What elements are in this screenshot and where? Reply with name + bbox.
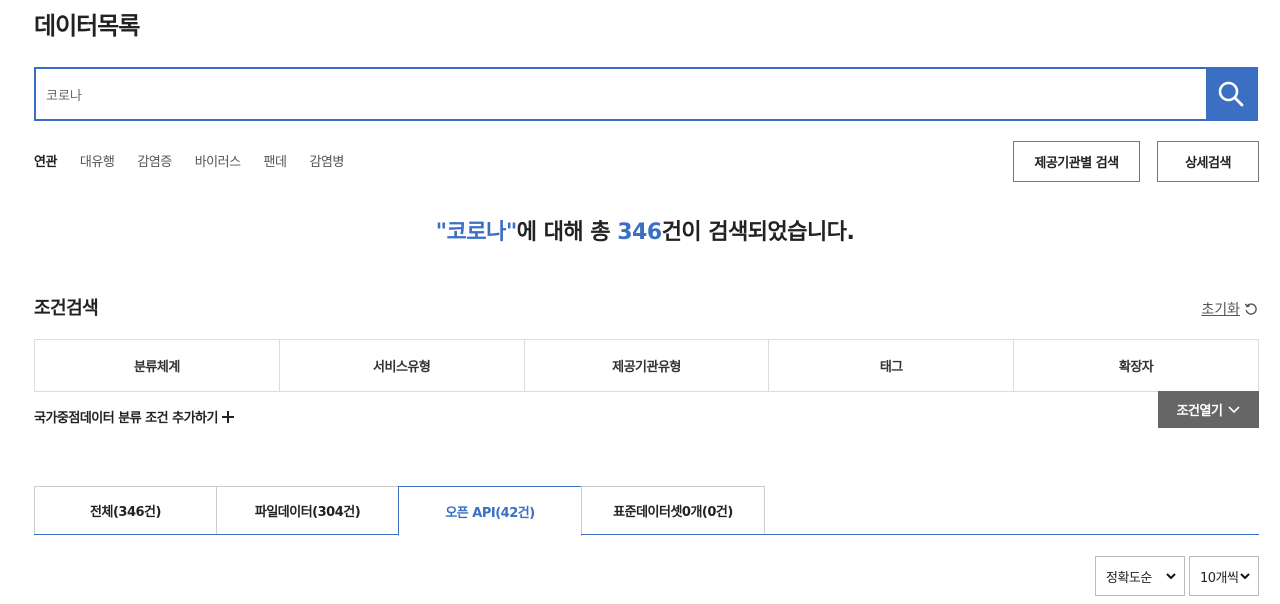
page-size-select[interactable]: 10개씩 [1189, 556, 1259, 596]
page-title: 데이터목록 [34, 12, 140, 40]
result-keyword: 코로나 [446, 220, 507, 245]
related-keywords: 연관 대유행 감염증 바이러스 팬데 감염병 [34, 151, 367, 170]
condition-classification[interactable]: 분류체계 [35, 340, 280, 391]
condition-service-type[interactable]: 서비스유형 [280, 340, 525, 391]
condition-provider-type[interactable]: 제공기관유형 [525, 340, 770, 391]
result-quote-open: " [435, 220, 447, 245]
related-keyword[interactable]: 감염병 [309, 151, 344, 170]
detail-search-button[interactable]: 상세검색 [1157, 141, 1259, 182]
chevron-down-icon [1228, 405, 1240, 413]
sort-selected: 정확도순 [1106, 570, 1152, 586]
add-condition-label: 국가중점데이터 분류 조건 추가하기 [34, 411, 218, 426]
tab-standard-dataset[interactable]: 표준데이터셋0개(0건) [581, 486, 765, 534]
result-count: 346 [617, 220, 662, 245]
sort-select[interactable]: 정확도순 [1095, 556, 1185, 596]
search-button[interactable] [1206, 69, 1256, 119]
provider-search-button[interactable]: 제공기관별 검색 [1013, 141, 1140, 182]
condition-extension[interactable]: 확장자 [1014, 340, 1258, 391]
related-keyword[interactable]: 감염증 [137, 151, 172, 170]
tab-file-data[interactable]: 파일데이터(304건) [216, 486, 399, 534]
search-bar [34, 67, 1258, 121]
search-icon [1218, 81, 1244, 107]
condition-table: 분류체계 서비스유형 제공기관유형 태그 확장자 [34, 339, 1259, 392]
result-middle: 에 대해 총 [516, 220, 618, 245]
reset-label: 초기화 [1201, 302, 1240, 318]
chevron-down-icon [1166, 572, 1176, 579]
open-conditions-label: 조건열기 [1176, 404, 1223, 419]
result-summary: "코로나"에 대해 총 346건이 검색되었습니다. [0, 214, 1280, 246]
related-keyword[interactable]: 팬데 [264, 151, 287, 170]
result-quote-close: " [505, 220, 517, 245]
tab-open-api[interactable]: 오픈 API(42건) [398, 486, 582, 536]
search-input[interactable] [36, 69, 1206, 119]
refresh-icon [1244, 303, 1257, 315]
tab-all[interactable]: 전체(346건) [34, 486, 217, 534]
result-suffix: 건이 검색되었습니다. [661, 220, 855, 245]
reset-button[interactable]: 초기화 [1201, 299, 1258, 319]
add-national-condition-button[interactable]: 국가중점데이터 분류 조건 추가하기 [34, 407, 235, 426]
result-tabs: 전체(346건) 파일데이터(304건) 오픈 API(42건) 표준데이터셋0… [34, 486, 1259, 536]
related-keyword[interactable]: 바이러스 [195, 151, 241, 170]
condition-tag[interactable]: 태그 [769, 340, 1015, 391]
plus-icon [221, 410, 234, 423]
chevron-down-icon [1240, 572, 1250, 579]
page-size-selected: 10개씩 [1200, 570, 1239, 586]
related-label: 연관 [34, 155, 57, 170]
condition-search-title: 조건검색 [34, 298, 99, 319]
related-keyword[interactable]: 대유행 [80, 151, 115, 170]
open-conditions-button[interactable]: 조건열기 [1158, 391, 1259, 428]
